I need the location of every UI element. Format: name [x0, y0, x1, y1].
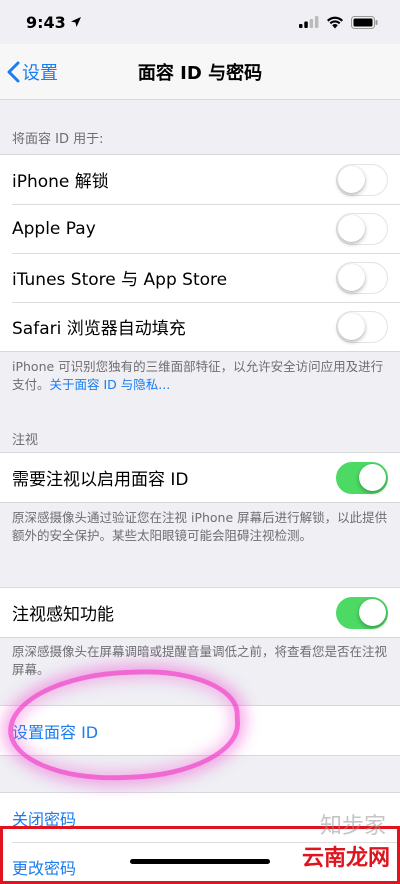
toggle-row-attention-aware: 注视感知功能 — [0, 588, 400, 637]
iphone-unlock-toggle[interactable] — [336, 163, 388, 196]
require-attention-toggle[interactable] — [336, 461, 388, 494]
navigation-bar: 设置 面容 ID 与密码 — [0, 44, 400, 100]
require-attention-group: 需要注视以启用面容 ID — [0, 452, 400, 503]
toggle-row-require-attention: 需要注视以启用面容 ID — [0, 453, 400, 502]
attention-header: 注视 — [12, 433, 39, 448]
toggle-knob — [359, 598, 386, 626]
attention-aware-group: 注视感知功能 — [0, 587, 400, 638]
row-label: iPhone 解锁 — [12, 172, 109, 192]
toggle-knob — [338, 312, 365, 340]
use-for-header: 将面容 ID 用于: — [12, 132, 104, 147]
toggle-row-itunes-app-store: iTunes Store 与 App Store — [0, 253, 400, 302]
attention-aware-toggle[interactable] — [336, 596, 388, 629]
toggle-row-apple-pay: Apple Pay — [0, 204, 400, 253]
turn-off-passcode-label: 关闭密码 — [12, 809, 77, 829]
watermark-faint: 知步家 — [319, 814, 386, 839]
cellular-signal-icon — [299, 16, 319, 28]
battery-icon — [351, 15, 378, 29]
row-label: 需要注视以启用面容 ID — [12, 470, 189, 490]
attention-aware-footer: 原深感摄像头在屏幕调暗或提醒音量调低之前，将查看您是否在注视屏幕。 — [12, 644, 388, 677]
status-time: 9:43 — [26, 12, 66, 32]
back-button-label: 设置 — [22, 63, 58, 84]
row-label: Safari 浏览器自动填充 — [12, 319, 186, 339]
toggle-knob — [359, 463, 386, 491]
setup-face-id-group: 设置面容 ID — [0, 705, 400, 756]
status-time-group: 9:43 — [26, 13, 82, 32]
status-icons — [299, 15, 378, 29]
toggle-row-safari-autofill: Safari 浏览器自动填充 — [0, 302, 400, 351]
row-label: 注视感知功能 — [12, 605, 114, 625]
apple-pay-toggle[interactable] — [336, 212, 388, 245]
row-label: Apple Pay — [12, 218, 96, 239]
use-for-group: iPhone 解锁 Apple Pay iTunes Store 与 App S… — [0, 154, 400, 352]
toggle-knob — [338, 214, 365, 242]
location-arrow-icon — [70, 17, 81, 27]
privacy-link[interactable]: 关于面容 ID 与隐私... — [50, 377, 171, 392]
status-bar: 9:43 — [0, 0, 400, 44]
toggle-row-iphone-unlock: iPhone 解锁 — [0, 155, 400, 204]
home-indicator[interactable] — [130, 859, 270, 864]
page-title: 面容 ID 与密码 — [137, 62, 263, 84]
itunes-app-store-toggle[interactable] — [336, 261, 388, 294]
safari-autofill-toggle[interactable] — [336, 310, 388, 343]
change-passcode-label: 更改密码 — [12, 858, 77, 878]
setup-face-id-label: 设置面容 ID — [12, 722, 99, 742]
watermark-brand: 云南龙网 — [301, 846, 390, 871]
use-for-footer: iPhone 可识别您独有的三维面部特征，以允许安全访问应用及进行支付。关于面容… — [12, 358, 388, 394]
row-label: iTunes Store 与 App Store — [12, 270, 228, 290]
require-attention-footer: 原深感摄像头通过验证您在注视 iPhone 屏幕后进行解锁，以此提供额外的安全保… — [12, 510, 388, 543]
toggle-knob — [338, 263, 365, 291]
setup-face-id-button[interactable]: 设置面容 ID — [0, 706, 400, 755]
toggle-knob — [338, 165, 365, 193]
wifi-icon — [327, 16, 343, 28]
back-button[interactable]: 设置 — [6, 56, 58, 88]
chevron-left-icon — [7, 61, 20, 83]
